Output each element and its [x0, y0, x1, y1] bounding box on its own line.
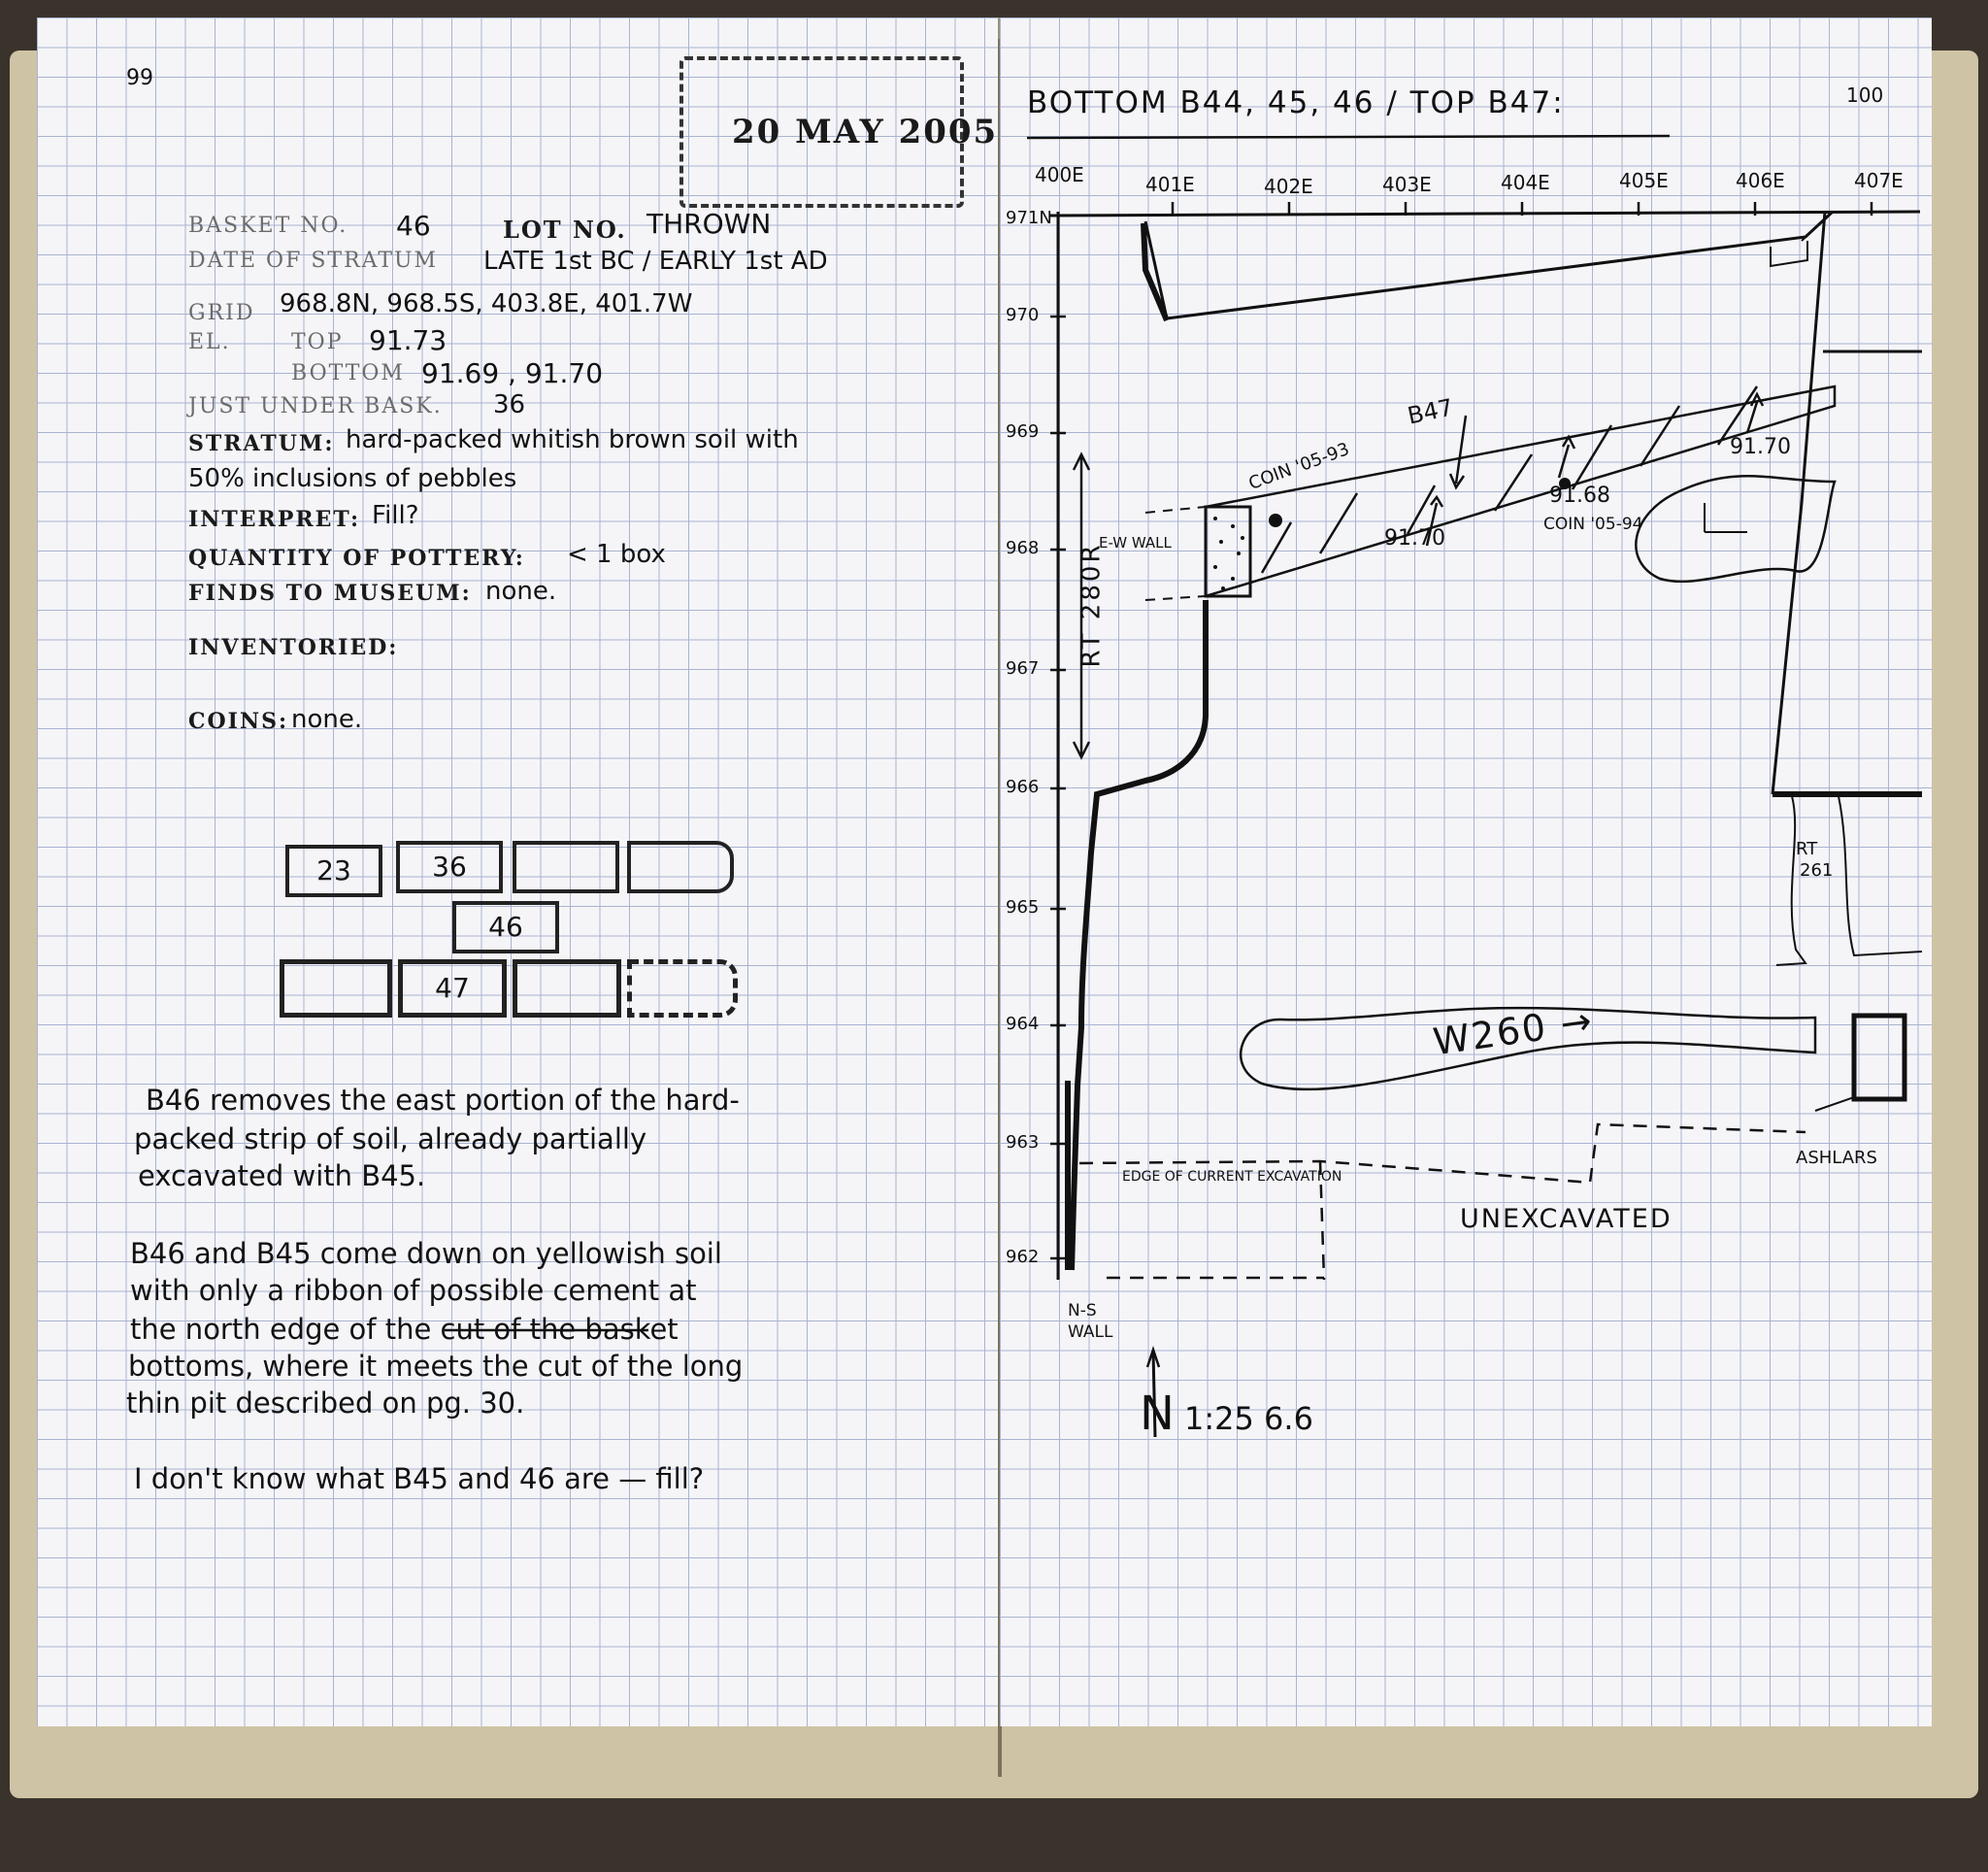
y-label: 971N — [1006, 208, 1052, 228]
rt261-label-a: RT — [1796, 839, 1818, 859]
x-label: 407E — [1854, 169, 1904, 192]
left-page: 99 20 MAY 2005 BASKET NO. 46 LOT NO. THR… — [37, 17, 1000, 1726]
y-label: 966 — [1006, 777, 1040, 797]
top-wall-corner — [1801, 211, 1834, 242]
elevation-label: 91.70 — [1384, 526, 1445, 551]
y-label: 965 — [1006, 897, 1040, 918]
x-label: 404E — [1501, 171, 1550, 194]
pit-outline — [1635, 475, 1837, 584]
x-label: 403E — [1382, 173, 1432, 196]
y-label: 964 — [1006, 1014, 1040, 1034]
coin2-label: COIN '05-94 — [1543, 515, 1643, 534]
y-label: 962 — [1006, 1247, 1040, 1267]
scale-label: 1:25 6.6 — [1184, 1400, 1313, 1437]
x-label: 401E — [1145, 173, 1195, 196]
ew-wall-block — [1204, 505, 1252, 598]
right-page: 100 BOTTOM B44, 45, 46 / TOP B47: 400E 4… — [1000, 17, 1932, 1726]
y-label: 967 — [1006, 658, 1040, 679]
strike-through — [445, 1328, 648, 1332]
x-axis — [1049, 210, 1921, 217]
ashlars-label: ASHLARS — [1796, 1148, 1877, 1168]
unexcavated-label: UNEXCAVATED — [1460, 1204, 1673, 1234]
x-label: 405E — [1619, 169, 1669, 192]
north-label: N — [1140, 1387, 1175, 1441]
rt261-label-b: 261 — [1800, 860, 1834, 881]
hatched-strip — [1204, 384, 1837, 598]
site-plan — [1026, 134, 1923, 1438]
ns-wall-label-b: WALL — [1068, 1322, 1113, 1342]
elevation-label: 91.68 — [1549, 484, 1610, 508]
rt-label: RT 280R — [1077, 542, 1107, 668]
coin-marker — [1269, 514, 1282, 527]
stipple — [1213, 517, 1244, 590]
ns-wall-label-a: N-S — [1068, 1301, 1097, 1320]
y-label: 970 — [1006, 305, 1040, 325]
title-underline — [1026, 134, 1671, 140]
x-label: 400E — [1035, 163, 1084, 186]
edge-label: EDGE OF CURRENT EXCAVATION — [1122, 1169, 1342, 1185]
x-label: 406E — [1736, 169, 1785, 192]
elevation-label: 91.70 — [1730, 435, 1791, 459]
y-label: 963 — [1006, 1132, 1040, 1153]
top-wall-outline — [1143, 210, 1835, 320]
y-label: 969 — [1006, 421, 1040, 442]
right-wall-line — [1771, 211, 1827, 795]
y-label: 968 — [1006, 538, 1040, 558]
ew-wall-label: E-W WALL — [1099, 534, 1172, 552]
ashlar-block — [1851, 1013, 1907, 1102]
x-label: 402E — [1264, 175, 1313, 198]
